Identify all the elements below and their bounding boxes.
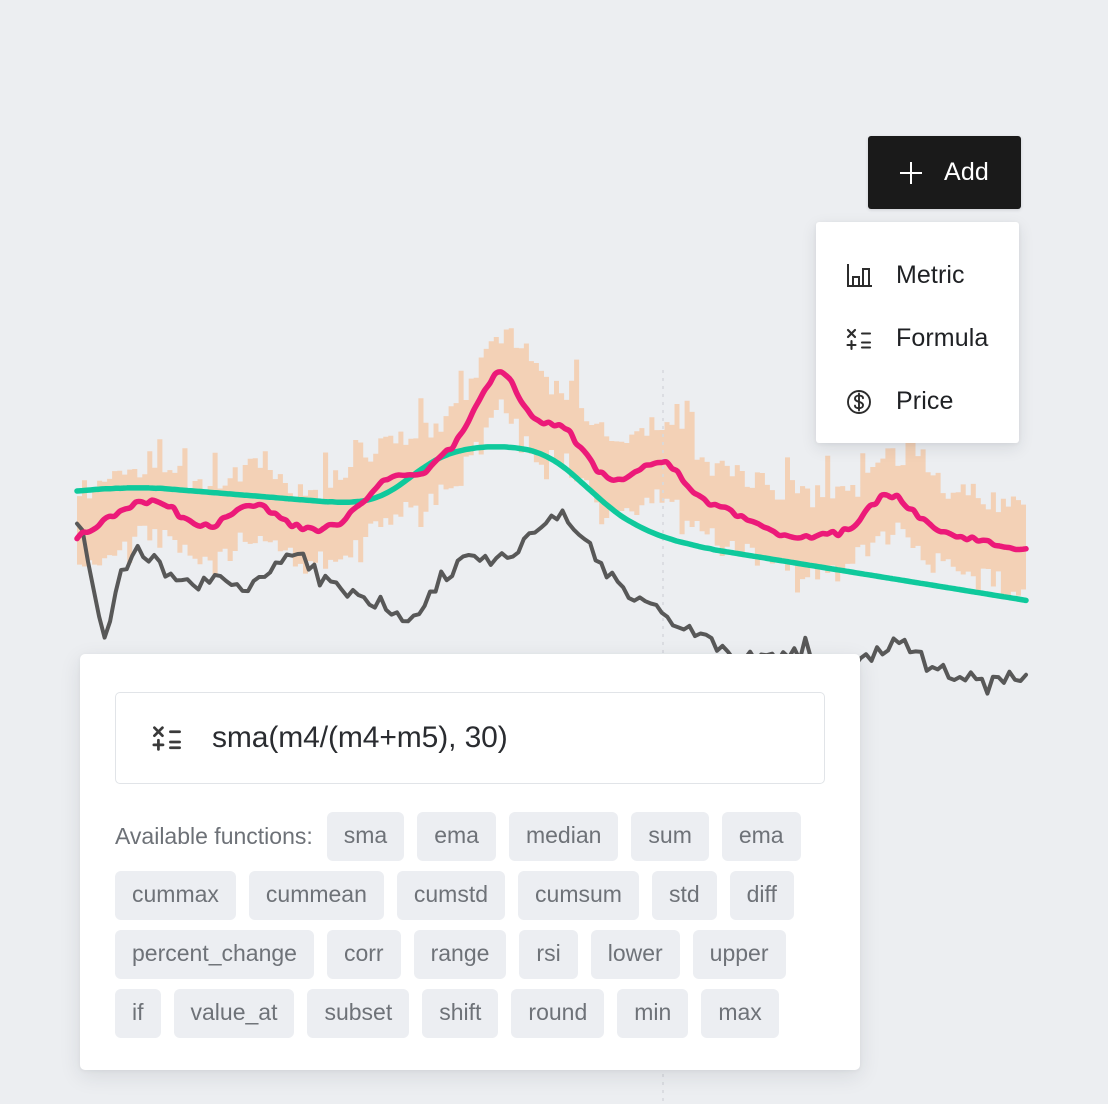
function-chip[interactable]: corr — [326, 930, 401, 979]
function-chip[interactable]: cummax — [115, 871, 236, 920]
function-chip[interactable]: std — [651, 871, 717, 920]
add-menu-item-metric-label: Metric — [896, 261, 965, 289]
function-chip[interactable]: min — [617, 989, 689, 1038]
function-chip[interactable]: ema — [721, 812, 801, 861]
function-chip[interactable]: shift — [422, 989, 499, 1038]
add-menu-item-metric[interactable]: Metric — [816, 244, 1019, 307]
formula-input-value[interactable]: sma(m4/(m4+m5), 30) — [212, 721, 508, 755]
function-chip[interactable]: if — [115, 989, 161, 1038]
available-functions-list: Available functions: sma ema median sum ema c… — [115, 812, 827, 1038]
add-menu-item-formula-label: Formula — [896, 324, 989, 352]
bar-chart-icon — [844, 261, 874, 291]
add-menu-item-formula[interactable]: Formula — [816, 307, 1019, 370]
function-chip[interactable]: value_at — [173, 989, 295, 1038]
formula-editor-panel: sma(m4/(m4+m5), 30) Available functions:… — [80, 654, 860, 1070]
function-chip[interactable]: upper — [692, 930, 786, 979]
math-operators-icon — [844, 324, 874, 354]
formula-input[interactable]: sma(m4/(m4+m5), 30) — [115, 692, 825, 784]
plus-icon — [899, 161, 922, 184]
function-chip[interactable]: ema — [417, 812, 496, 861]
math-operators-icon — [150, 721, 184, 755]
add-button-label: Add — [943, 158, 990, 186]
function-chip[interactable]: round — [511, 989, 605, 1038]
available-functions-label: Available functions: — [115, 823, 313, 849]
function-chip[interactable]: subset — [307, 989, 410, 1038]
add-button[interactable]: Add — [868, 136, 1021, 209]
add-menu-item-price-label: Price — [896, 387, 954, 415]
function-chip[interactable]: cummean — [248, 871, 384, 920]
dollar-circle-icon — [844, 387, 874, 417]
function-chip[interactable]: cumsum — [518, 871, 639, 920]
function-chip[interactable]: diff — [729, 871, 794, 920]
function-chip[interactable]: percent_change — [115, 930, 314, 979]
function-chip[interactable]: cumstd — [396, 871, 506, 920]
function-chip[interactable]: sum — [631, 812, 709, 861]
function-chip[interactable]: median — [508, 812, 619, 861]
add-menu-dropdown[interactable]: Metric Formula Price — [816, 222, 1019, 443]
add-menu-item-price[interactable]: Price — [816, 370, 1019, 433]
function-chip[interactable]: range — [413, 930, 507, 979]
function-chip[interactable]: rsi — [519, 930, 578, 979]
function-chip[interactable]: sma — [326, 812, 405, 861]
function-chip[interactable]: lower — [590, 930, 680, 979]
function-chip[interactable]: max — [701, 989, 779, 1038]
